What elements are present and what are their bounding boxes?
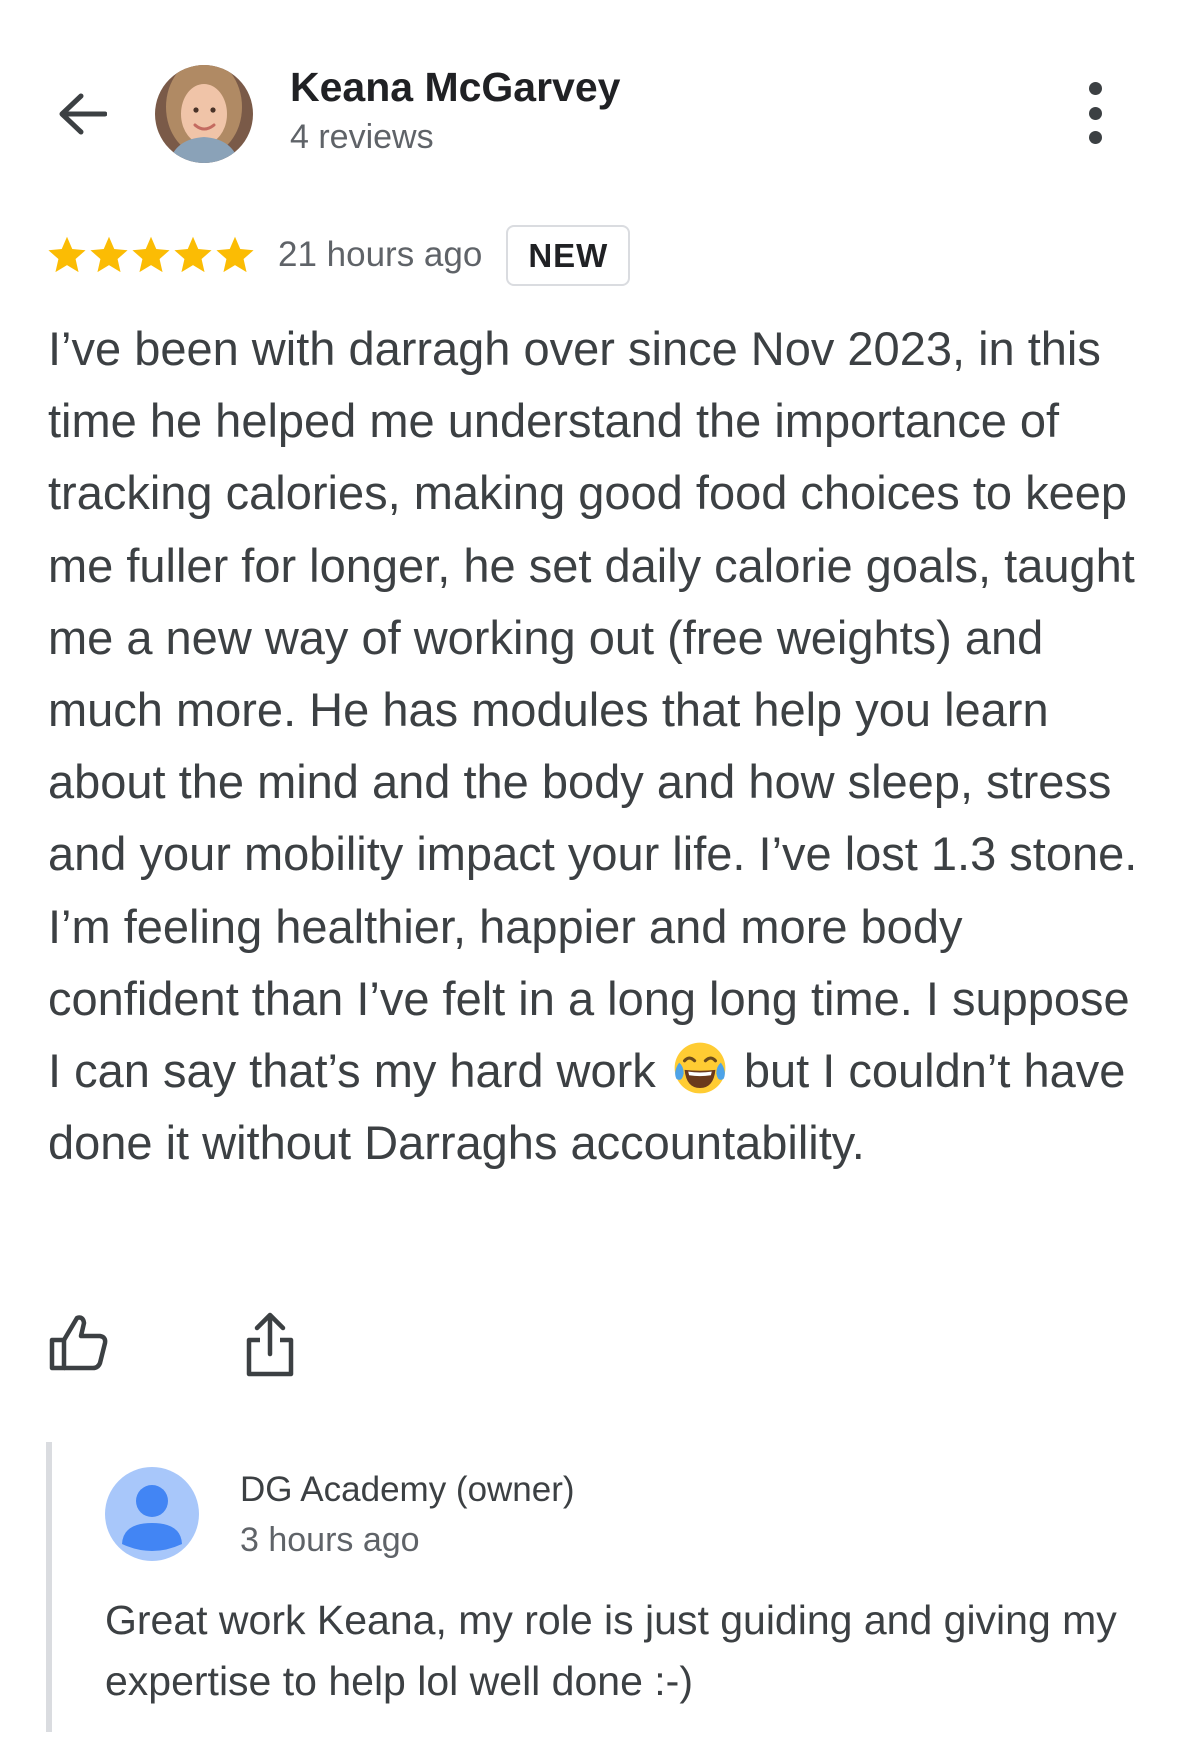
back-button[interactable]	[52, 84, 112, 144]
owner-reply: DG Academy (owner) 3 hours ago Great wor…	[46, 1442, 1152, 1732]
thumbs-up-icon	[49, 1315, 108, 1371]
new-badge: NEW	[506, 224, 631, 286]
arrow-back-icon	[59, 93, 107, 135]
default-person-icon	[122, 1485, 182, 1551]
star-icon	[174, 236, 212, 273]
more-options-button[interactable]	[1075, 82, 1115, 144]
star-icon	[48, 236, 86, 273]
review-header: Keana McGarvey 4 reviews	[0, 0, 1179, 200]
star-icon	[132, 236, 170, 273]
review-meta: 21 hours ago NEW	[46, 222, 631, 288]
reviewer-name[interactable]: Keana McGarvey	[290, 64, 620, 111]
review-text: I’ve been with darragh over since Nov 20…	[48, 313, 1148, 1179]
share-button[interactable]	[244, 1312, 296, 1378]
star-rating	[46, 234, 256, 276]
reviewer-avatar[interactable]	[155, 65, 253, 163]
owner-name: DG Academy (owner)	[240, 1470, 575, 1509]
owner-reply-text: Great work Keana, my role is just guidin…	[105, 1597, 1117, 1704]
review-text-part-1: I’ve been with darragh over since Nov 20…	[48, 322, 1138, 1098]
tears-of-joy-emoji-icon	[674, 1042, 726, 1094]
more-vertical-icon	[1088, 82, 1102, 95]
review-time: 21 hours ago	[278, 235, 483, 274]
owner-reply-time: 3 hours ago	[240, 1521, 420, 1559]
review-count: 4 reviews	[290, 118, 434, 156]
share-icon	[246, 1312, 294, 1377]
star-icon	[216, 236, 254, 273]
like-button[interactable]	[48, 1312, 110, 1374]
star-icon	[90, 236, 128, 273]
owner-avatar	[105, 1467, 199, 1561]
